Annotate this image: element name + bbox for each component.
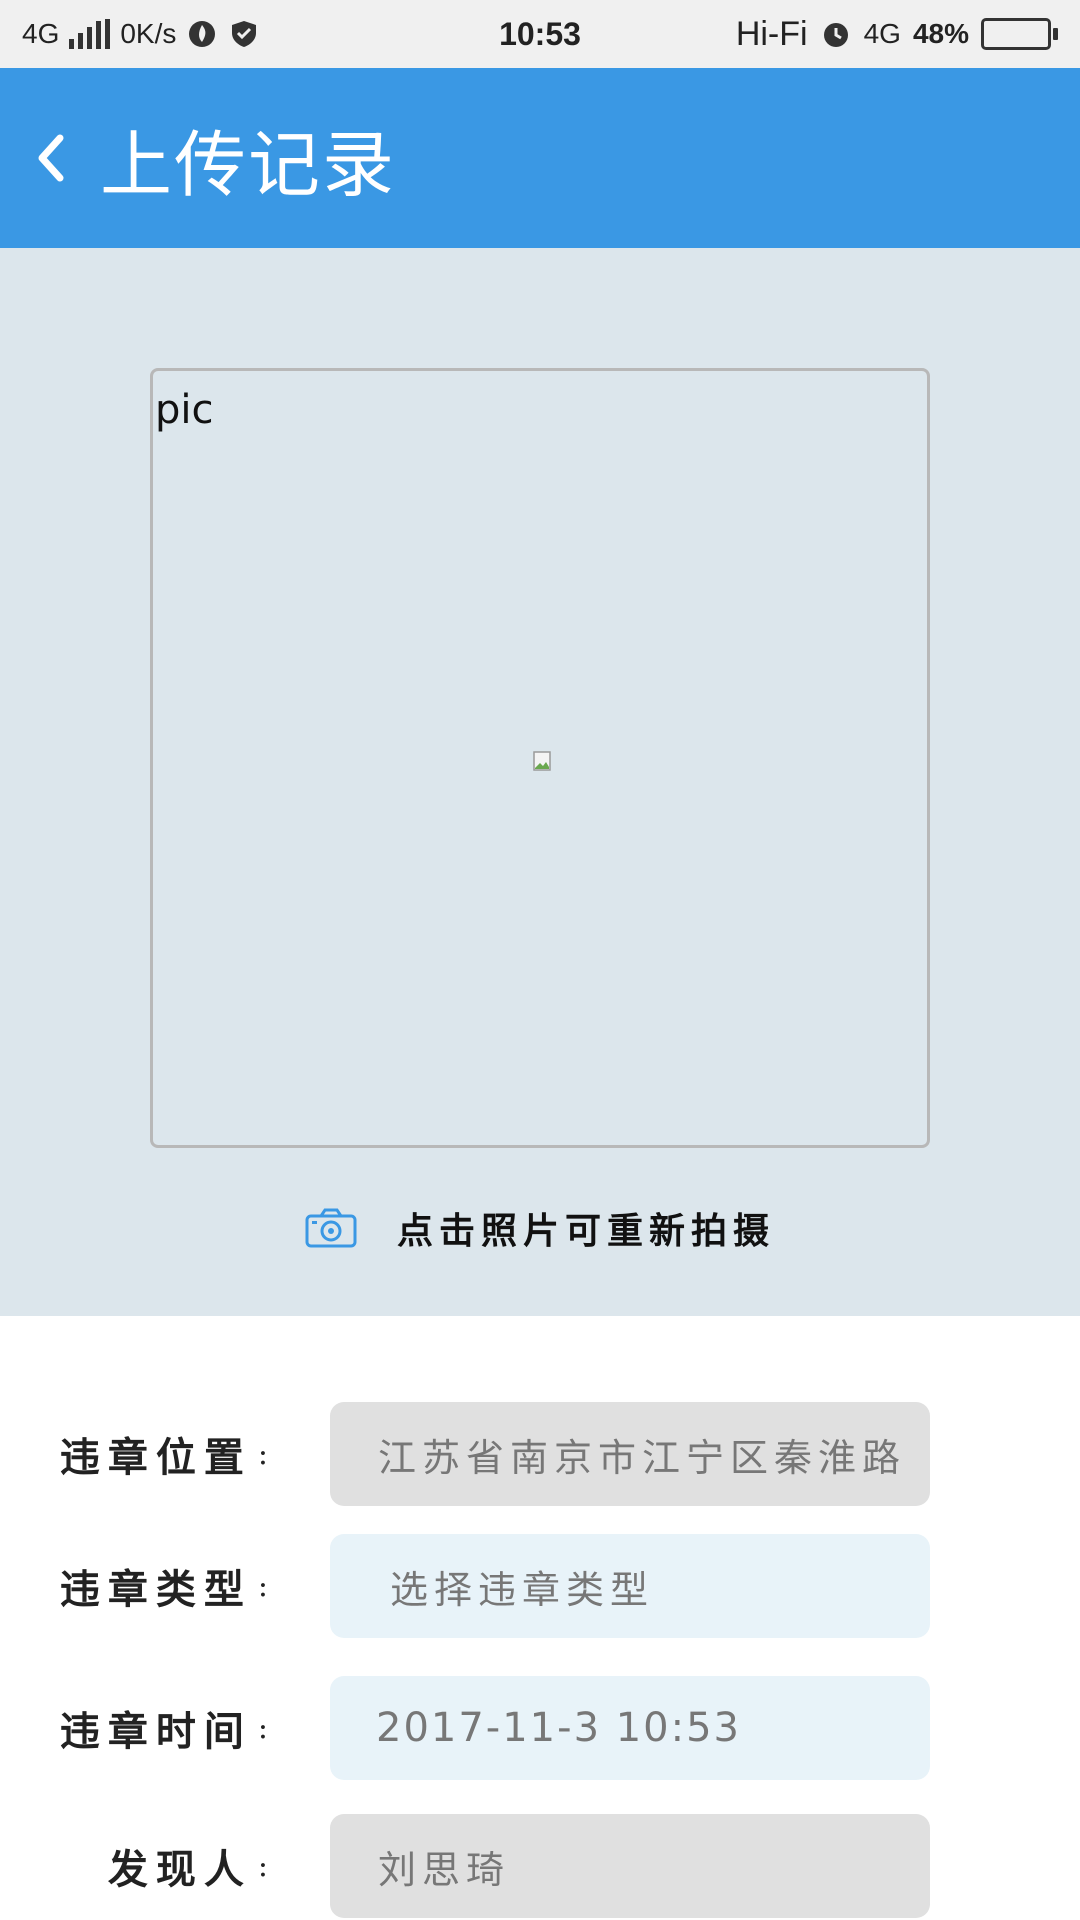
photo-alt-text: pic xyxy=(155,387,214,433)
violation-form: 违章位置: 江苏省南京市江宁区秦淮路 违章类型: 选择违章类型 违章时间: 20… xyxy=(0,1316,1080,1920)
type-label: 违章类型: xyxy=(0,1534,300,1638)
location-label: 违章位置: xyxy=(0,1402,300,1506)
reporter-row: 发现人: 刘思琦 xyxy=(0,1814,1080,1918)
page-title: 上传记录 xyxy=(100,122,397,207)
battery-icon xyxy=(981,18,1058,50)
retake-hint: 点击照片可重新拍摄 xyxy=(396,1210,775,1252)
reporter-field: 刘思琦 xyxy=(330,1814,930,1918)
status-left: 4G 0K/s xyxy=(22,0,260,68)
hifi-label: Hi-Fi xyxy=(735,14,808,53)
flame-icon xyxy=(186,18,218,50)
shield-icon xyxy=(228,18,260,50)
network-type: 4G xyxy=(22,18,60,49)
type-select[interactable]: 选择违章类型 xyxy=(330,1534,930,1638)
time-row: 违章时间: 2017-11-3 10:53 xyxy=(0,1676,1080,1780)
reporter-label: 发现人: xyxy=(0,1814,300,1918)
alarm-icon xyxy=(820,18,852,50)
network-type-2: 4G xyxy=(863,18,901,49)
signal-icon xyxy=(69,19,111,49)
location-field: 江苏省南京市江宁区秦淮路 xyxy=(330,1402,930,1506)
location-label-text: 违章位置 xyxy=(59,1434,252,1481)
time-label: 违章时间: xyxy=(0,1676,300,1780)
camera-icon xyxy=(305,1208,357,1248)
location-colon: : xyxy=(257,1436,276,1472)
time-colon: : xyxy=(257,1710,276,1746)
broken-image-icon xyxy=(533,751,551,771)
app-header: 上传记录 xyxy=(0,68,1080,248)
battery-percent: 48% xyxy=(912,18,969,49)
network-speed: 0K/s xyxy=(120,18,177,49)
location-row: 违章位置: 江苏省南京市江宁区秦淮路 xyxy=(0,1402,1080,1506)
reporter-label-text: 发现人 xyxy=(107,1846,252,1893)
back-button[interactable] xyxy=(0,68,100,248)
reporter-colon: : xyxy=(257,1848,276,1884)
type-colon: : xyxy=(257,1568,276,1604)
status-right: Hi-Fi 4G 48% xyxy=(736,0,1058,68)
time-picker[interactable]: 2017-11-3 10:53 xyxy=(330,1676,930,1780)
photo-section: pic 点击照片可重新拍摄 xyxy=(0,248,1080,1316)
status-bar: 4G 0K/s 10:53 Hi-Fi 4G 48% xyxy=(0,0,1080,68)
type-row: 违章类型: 选择违章类型 xyxy=(0,1534,1080,1638)
chevron-left-icon xyxy=(38,134,64,182)
photo-preview[interactable]: pic xyxy=(150,368,930,1148)
time-label-text: 违章时间 xyxy=(59,1708,252,1755)
retake-photo-button[interactable]: 点击照片可重新拍摄 xyxy=(0,1198,1080,1258)
type-label-text: 违章类型 xyxy=(59,1566,252,1613)
